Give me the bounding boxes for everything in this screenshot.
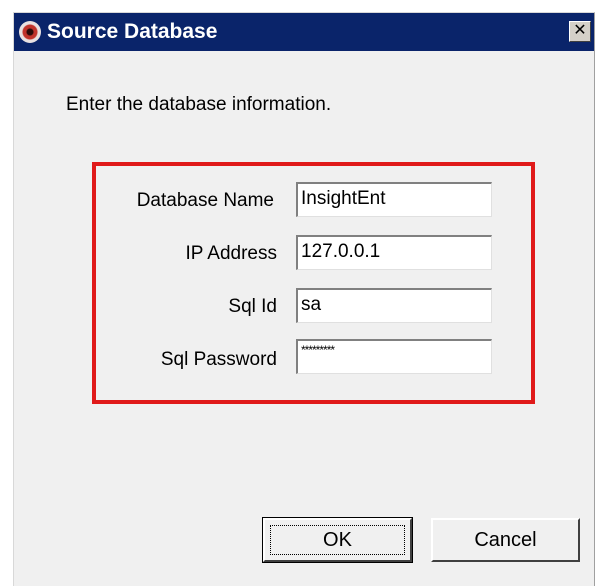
- app-icon: [19, 21, 41, 43]
- database-name-label: Database Name: [136, 190, 274, 211]
- ip-address-label: IP Address: [185, 243, 277, 264]
- source-database-dialog: Source Database ✕ Enter the database inf…: [13, 12, 595, 586]
- ok-button[interactable]: OK: [262, 517, 413, 563]
- sql-password-label: Sql Password: [160, 349, 277, 370]
- sql-id-input[interactable]: sa: [296, 288, 492, 323]
- instructions-text: Enter the database information.: [66, 94, 332, 115]
- sql-id-label: Sql Id: [228, 296, 277, 317]
- close-icon: ✕: [573, 22, 587, 39]
- ok-button-label: OK: [270, 525, 405, 555]
- database-name-input[interactable]: InsightEnt: [296, 182, 492, 217]
- ip-address-input[interactable]: 127.0.0.1: [296, 235, 492, 270]
- close-button[interactable]: ✕: [569, 21, 591, 42]
- sql-password-input[interactable]: *********: [296, 339, 492, 374]
- cancel-button[interactable]: Cancel: [431, 518, 580, 562]
- title-bar[interactable]: Source Database ✕: [14, 13, 594, 51]
- window-title: Source Database: [47, 20, 218, 43]
